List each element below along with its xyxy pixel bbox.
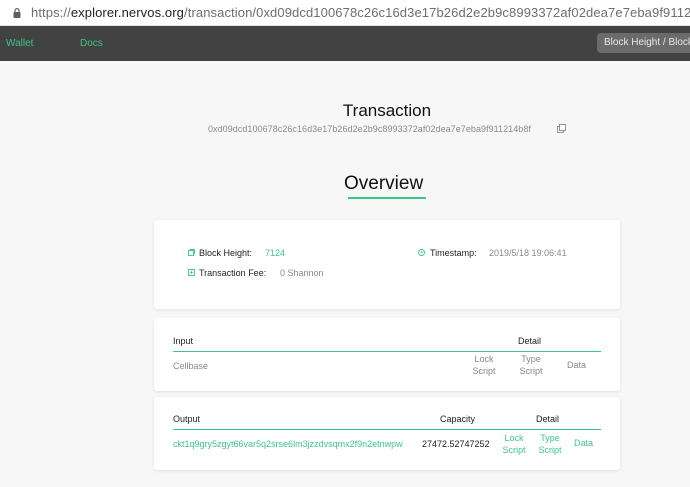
output-lock-script-link[interactable]: Lock Script — [500, 432, 528, 456]
page-title: Transaction — [342, 101, 432, 120]
output-capacity-header: Capacity — [440, 414, 476, 424]
transaction-fee-label: Transaction Fee: — [199, 268, 267, 278]
inputs-card: Input Detail Cellbase Lock Script Type S… — [154, 318, 620, 391]
input-detail-header: Detail — [518, 336, 542, 346]
top-nav: Wallet Docs Block Height / Block Hash — [0, 26, 690, 61]
input-lock-script: Lock Script — [472, 354, 496, 376]
block-height-value[interactable]: 7124 — [265, 248, 285, 258]
timestamp-label: Timestamp: — [430, 248, 477, 258]
output-type-script-link[interactable]: Type Script — [535, 432, 565, 456]
overview-card: Block Height: 7124 Timestamp: 2019/5/18 … — [154, 220, 620, 309]
input-header: Input — [173, 336, 194, 346]
url-text[interactable]: https://explorer.nervos.org/transaction/… — [31, 5, 690, 20]
input-header-rule — [173, 351, 601, 352]
url-scheme: https:// — [31, 5, 71, 20]
outputs-card: Output Capacity Detail ckt1q9gry5zgyt66v… — [154, 397, 620, 470]
fee-icon — [188, 269, 195, 276]
output-detail-header: Detail — [536, 414, 560, 424]
overview-underline — [348, 197, 426, 199]
nav-wallet-link[interactable]: Wallet — [6, 38, 33, 49]
input-cellbase: Cellbase — [173, 361, 209, 371]
output-header-rule — [173, 429, 601, 430]
block-icon — [188, 249, 195, 256]
transaction-hash: 0xd09dcd100678c26c16d3e17b26d2e2b9c89933… — [208, 124, 531, 134]
output-address-link[interactable]: ckt1q9gry5zgyt66var5q2srse6lm3jzzdvsqmx2… — [173, 439, 403, 449]
output-header: Output — [173, 414, 201, 424]
browser-address-bar[interactable]: https://explorer.nervos.org/transaction/… — [0, 0, 690, 26]
url-path: /transaction/0xd09dcd100678c26c16d3e17b2… — [184, 5, 690, 20]
timestamp-value: 2019/5/18 19:06:41 — [489, 248, 567, 258]
url-host: explorer.nervos.org — [70, 5, 185, 20]
nav-docs-link[interactable]: Docs — [80, 38, 103, 49]
output-capacity: 27472.52747252 — [422, 439, 490, 449]
clock-icon — [418, 249, 425, 256]
input-data: Data — [567, 360, 587, 370]
copy-icon[interactable] — [557, 124, 566, 133]
input-type-script: Type Script — [519, 354, 543, 376]
output-data-link[interactable]: Data — [574, 438, 593, 448]
transaction-fee-value: 0 Shannon — [280, 268, 324, 278]
block-height-label: Block Height: — [199, 248, 253, 258]
overview-title: Overview — [344, 173, 424, 194]
search-input[interactable]: Block Height / Block Hash — [597, 33, 690, 53]
lock-icon — [13, 8, 21, 18]
